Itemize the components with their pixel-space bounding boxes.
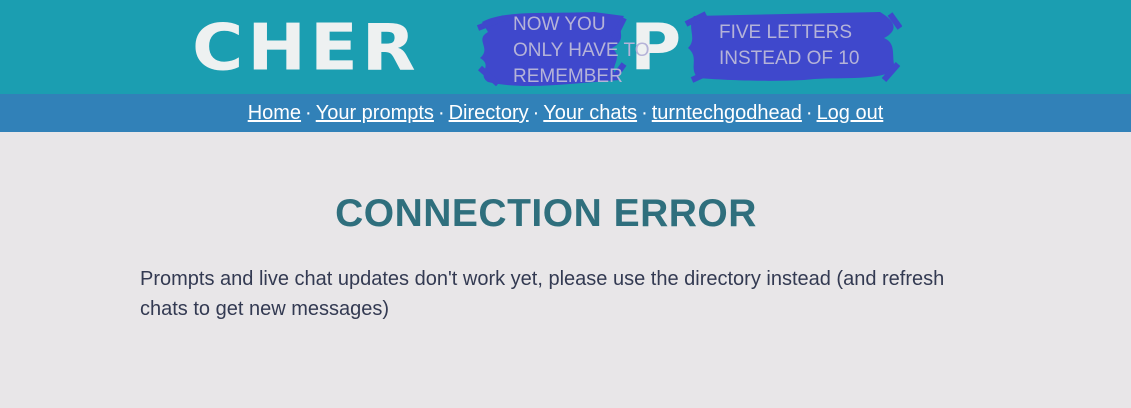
error-message: Prompts and live chat updates don't work… (140, 268, 945, 320)
nav-separator: · (305, 102, 312, 124)
main-navigation: Home · Your prompts · Directory · Your chats · t… (0, 94, 1131, 132)
nav-link-your-chats[interactable]: Your chats (543, 102, 637, 124)
nav-separator: · (641, 102, 648, 124)
nav-link-your-prompts[interactable]: Your prompts (316, 102, 434, 124)
nav-separator: · (532, 102, 540, 124)
nav-link-directory[interactable]: Directory (449, 102, 529, 124)
nav-link-log-out[interactable]: Log out (817, 102, 884, 124)
nav-link-home[interactable]: Home (248, 102, 301, 124)
scribble-caption-2: FIVE LETTERS INSTEAD OF 10 (719, 22, 860, 69)
nav-link-user-profile[interactable]: turntechgodhead (652, 102, 802, 124)
scribble-caption-1: NOW YOU ONLY HAVE TO REMEMBER (513, 14, 650, 82)
nav-separator: · (437, 102, 445, 124)
logo-part-1: CHER (192, 9, 420, 86)
page-title: CONNECTION ERROR (335, 192, 757, 235)
nav-separator: · (805, 102, 813, 124)
site-header: CHER P NOW YOU ONLY HAVE TO REMEMBER FIV… (0, 0, 1131, 94)
